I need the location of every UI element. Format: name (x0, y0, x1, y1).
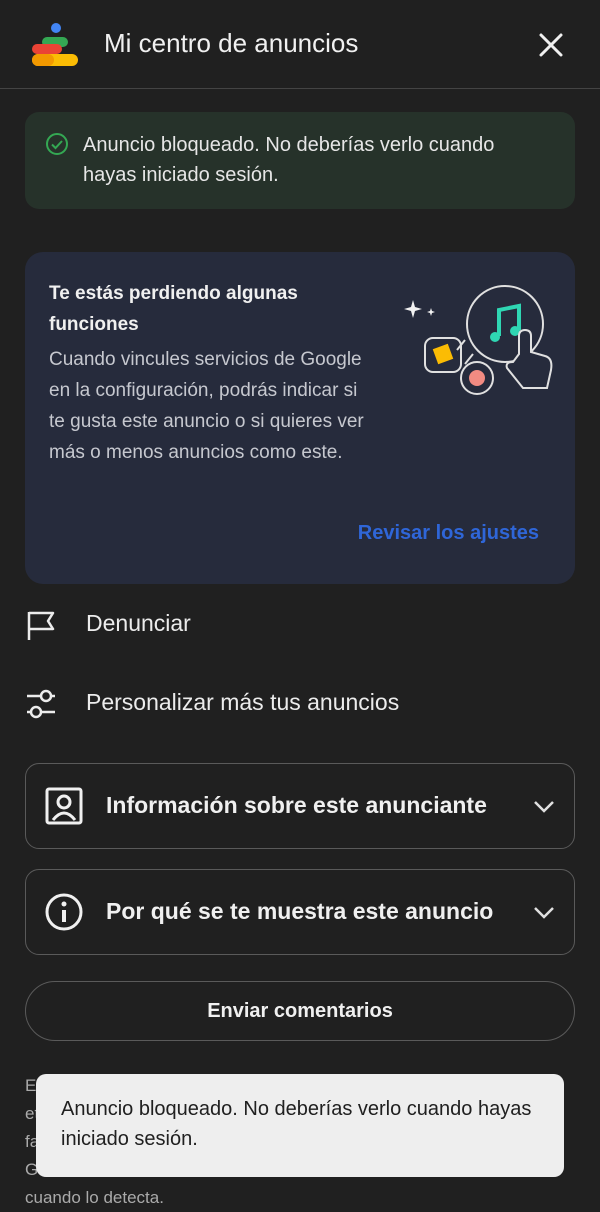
customize-ads-label: Personalizar más tus anuncios (86, 689, 400, 715)
chevron-down-icon (534, 801, 554, 813)
customize-ads-row[interactable]: Personalizar más tus anuncios (0, 673, 600, 733)
header: Mi centro de anuncios (0, 0, 600, 89)
person-badge-icon (45, 787, 83, 825)
advertiser-info-label: Información sobre este anunciante (106, 792, 487, 818)
check-circle-icon (46, 133, 68, 155)
advertiser-info-accordion[interactable]: Información sobre este anunciante (25, 763, 575, 849)
info-icon (45, 893, 83, 931)
promo-heading: Te estás perdiendo algunas funciones (49, 283, 298, 335)
flag-icon (27, 611, 55, 640)
close-icon[interactable] (534, 28, 568, 62)
page-title: Mi centro de anuncios (104, 28, 359, 58)
ads-center-logo (32, 23, 78, 66)
alert-text: Anuncio bloqueado. No deberías verlo cua… (83, 134, 495, 186)
chevron-down-icon (534, 907, 554, 919)
sliders-icon (27, 689, 55, 719)
promo-body: Cuando vincules servicios de Google en l… (49, 349, 364, 463)
music-tap-illustration-icon (404, 285, 553, 395)
why-this-ad-accordion[interactable]: Por qué se te muestra este anuncio (25, 869, 575, 955)
blocked-alert: Anuncio bloqueado. No deberías verlo cua… (25, 112, 575, 209)
review-settings-link[interactable]: Revisar los ajustes (358, 522, 539, 545)
report-label: Denunciar (86, 610, 191, 636)
toast-text: Anuncio bloqueado. No deberías verlo cua… (61, 1098, 532, 1150)
send-feedback-button[interactable]: Enviar comentarios (25, 981, 575, 1041)
snackbar-toast: Anuncio bloqueado. No deberías verlo cua… (36, 1074, 564, 1177)
report-row[interactable]: Denunciar (0, 594, 600, 654)
why-this-ad-label: Por qué se te muestra este anuncio (106, 898, 494, 924)
promo-card: Te estás perdiendo algunas funciones Cua… (25, 252, 575, 584)
